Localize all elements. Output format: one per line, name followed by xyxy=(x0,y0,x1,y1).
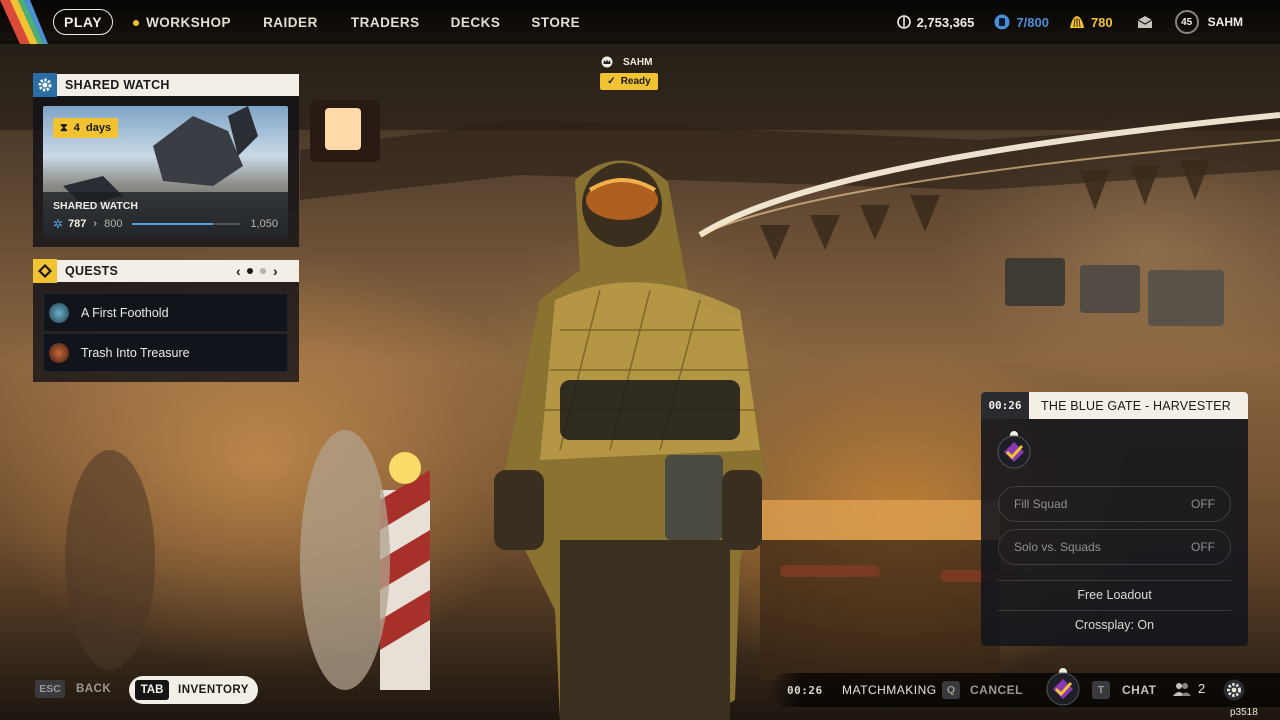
quest-emblem-icon xyxy=(49,342,69,363)
shared-watch-timer: ⧗ 4 days xyxy=(53,118,119,138)
party-count: 2 xyxy=(1198,681,1206,696)
tab-key-hint: TAB xyxy=(135,680,169,700)
cancel-button[interactable]: Q CANCEL xyxy=(942,681,1023,699)
bottom-action-bar: 00:26 MATCHMAKING Q CANCEL T CHAT 2 xyxy=(770,668,1280,707)
game-logo-stripes xyxy=(0,0,48,44)
shared-watch-title: SHARED WATCH xyxy=(65,78,170,92)
divider xyxy=(998,610,1231,611)
matchmaking-card-timer: 00:26 xyxy=(981,392,1029,419)
nav-workshop-label: WORKSHOP xyxy=(146,14,232,30)
gear-icon: ✲ xyxy=(53,217,64,231)
player-level-badge[interactable]: 45 xyxy=(1174,10,1199,34)
chat-label: CHAT xyxy=(1122,683,1157,697)
shared-watch-card[interactable]: ⧗ 4 days SHARED WATCH ✲ 787 › 800 1,050 xyxy=(43,106,288,238)
matchmaking-card: 00:26 THE BLUE GATE - HARVESTER Fill Squ… xyxy=(981,392,1248,646)
stash-icon xyxy=(994,14,1010,30)
solo-vs-squads-label: Solo vs. Squads xyxy=(1014,540,1101,554)
back-label: BACK xyxy=(76,683,112,695)
character-raider xyxy=(494,160,765,720)
nav-raider-tab[interactable]: RAIDER xyxy=(263,15,318,30)
nav-play-button[interactable]: PLAY xyxy=(53,9,114,35)
hourglass-icon: ⧗ xyxy=(60,121,68,134)
notification-dot xyxy=(133,19,140,26)
premium-value: 780 xyxy=(1090,14,1113,30)
fill-squad-label: Fill Squad xyxy=(1014,497,1068,511)
fill-squad-value: OFF xyxy=(1191,497,1215,511)
esc-key-hint: ESC xyxy=(35,680,65,698)
divider xyxy=(998,580,1231,581)
t-key-hint: T xyxy=(1092,681,1110,699)
party-member-tag: SAHM ✓ Ready xyxy=(600,56,658,90)
settings-gear-icon[interactable] xyxy=(1223,679,1245,701)
inventory-button[interactable]: TAB INVENTORY xyxy=(129,676,258,704)
shared-watch-progress-fill xyxy=(132,223,214,225)
coin-icon xyxy=(896,15,911,29)
pager-dot xyxy=(246,268,253,274)
crown-icon xyxy=(601,56,613,68)
solo-vs-squads-toggle[interactable]: Solo vs. Squads OFF xyxy=(998,529,1231,565)
stash-capacity[interactable]: 7/800 xyxy=(994,14,1049,30)
map-name: THE BLUE GATE - HARVESTER xyxy=(1041,398,1231,413)
party-member-name: SAHM xyxy=(623,56,653,68)
quest-title: A First Foothold xyxy=(81,305,169,320)
quest-icon xyxy=(33,259,57,283)
quests-pager: ‹ › xyxy=(236,260,278,282)
stash-capacity-value: 7/800 xyxy=(1016,14,1049,30)
player-name[interactable]: SAHM xyxy=(1208,15,1243,29)
ready-status-badge: ✓ Ready xyxy=(600,73,658,90)
chat-button[interactable]: T CHAT xyxy=(1092,681,1156,699)
premium-currency-icon xyxy=(1069,16,1084,28)
party-button[interactable]: 2 xyxy=(1173,681,1205,696)
premium-balance[interactable]: 780 xyxy=(1069,15,1113,30)
shared-watch-timer-value: 4 xyxy=(73,122,80,134)
quest-title: Trash Into Treasure xyxy=(81,345,190,360)
party-members-icon xyxy=(1173,682,1191,696)
chevron-right-icon: › xyxy=(93,218,98,230)
top-navigation-bar: PLAY WORKSHOP RAIDER TRADERS DECKS STORE… xyxy=(0,0,1280,44)
solo-vs-squads-value: OFF xyxy=(1191,540,1215,554)
quests-title: QUESTS xyxy=(65,264,119,278)
fill-squad-toggle[interactable]: Fill Squad OFF xyxy=(998,486,1231,522)
shared-watch-next: 800 xyxy=(104,218,123,230)
shared-watch-progress: ✲ 787 › 800 1,050 xyxy=(53,216,278,232)
coins-value: 2,753,365 xyxy=(916,14,975,30)
nav-traders-tab[interactable]: TRADERS xyxy=(351,15,420,30)
build-id: p3518 xyxy=(1230,707,1258,718)
pager-dot xyxy=(259,268,266,274)
matchmaking-status: MATCHMAKING xyxy=(842,683,937,697)
chevron-right-icon[interactable]: › xyxy=(273,263,278,279)
shared-watch-max: 1,050 xyxy=(250,218,278,230)
quest-emblem-icon xyxy=(49,302,69,323)
squad-member-avatar[interactable] xyxy=(995,430,1033,470)
back-action[interactable]: ESC BACK xyxy=(35,680,111,698)
free-loadout-option[interactable]: Free Loadout xyxy=(981,588,1248,602)
ready-status-label: Ready xyxy=(620,76,651,87)
matchmaking-timer: 00:26 xyxy=(787,684,823,697)
cancel-label: CANCEL xyxy=(970,683,1023,697)
shared-watch-header: SHARED WATCH xyxy=(33,73,299,97)
q-key-hint: Q xyxy=(942,681,960,699)
chevron-left-icon[interactable]: ‹ xyxy=(236,263,241,279)
mail-icon[interactable] xyxy=(1137,15,1153,29)
shared-watch-progress-track xyxy=(132,223,241,225)
shared-watch-card-title: SHARED WATCH xyxy=(53,200,138,212)
shared-watch-timer-unit: days xyxy=(85,122,112,134)
nav-workshop-tab[interactable]: WORKSHOP xyxy=(133,15,231,30)
gear-icon xyxy=(33,73,57,97)
quests-header: QUESTS ‹ › xyxy=(33,259,299,283)
shared-watch-current: 787 xyxy=(68,218,87,230)
quest-item[interactable]: A First Foothold xyxy=(43,293,288,332)
squad-leader-avatar[interactable] xyxy=(1044,667,1082,707)
nav-decks-tab[interactable]: DECKS xyxy=(451,15,501,30)
crossplay-status[interactable]: Crossplay: On xyxy=(981,618,1248,632)
inventory-label: INVENTORY xyxy=(178,684,249,696)
matchmaking-card-header: 00:26 THE BLUE GATE - HARVESTER xyxy=(981,392,1248,419)
coins-balance[interactable]: 2,753,365 xyxy=(896,14,975,30)
check-icon: ✓ xyxy=(607,76,616,87)
quest-item[interactable]: Trash Into Treasure xyxy=(43,333,288,372)
nav-store-tab[interactable]: STORE xyxy=(531,15,580,30)
